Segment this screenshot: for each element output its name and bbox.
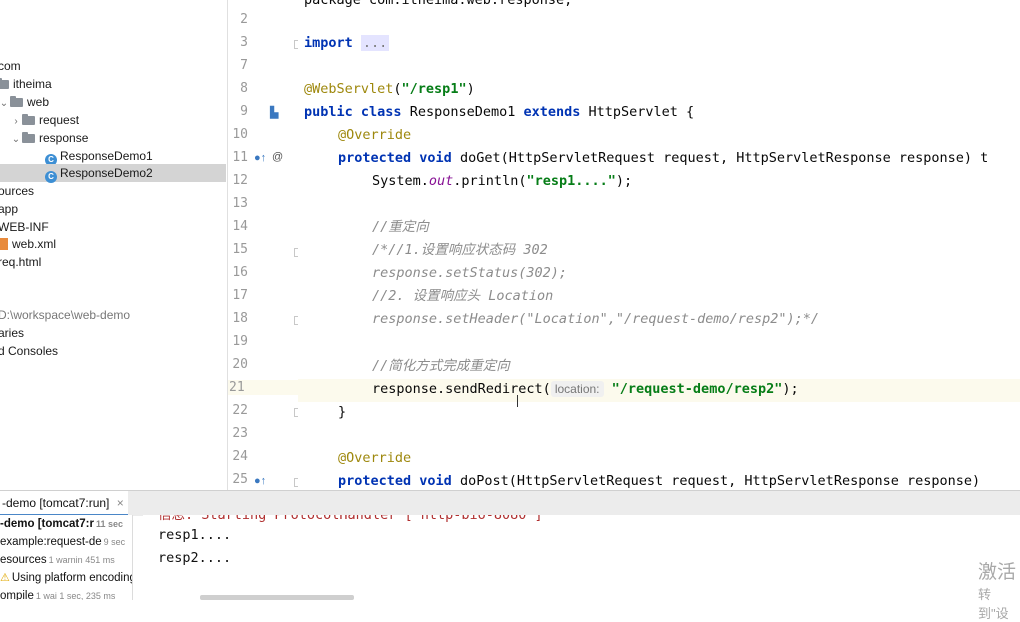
console-line: resp1.... — [158, 527, 232, 543]
folded-imports[interactable]: ... — [360, 35, 390, 51]
run-tree-item[interactable]: ompile 1 wai 1 sec, 235 ms — [0, 587, 132, 600]
code-line-1: package com.itheima.web.response; — [304, 0, 573, 8]
code-line-25: protected void doPost(HttpServletRequest… — [338, 473, 981, 489]
warning-icon: ⚠ — [0, 572, 10, 584]
tree-item-web-xml[interactable]: web.xml — [0, 235, 56, 253]
tree-item-scratches-consoles[interactable]: d Consoles — [0, 342, 58, 360]
tree-item-itheima[interactable]: itheima — [0, 75, 52, 93]
line-number: 21 — [228, 380, 299, 395]
tree-item-resources[interactable]: ources — [0, 182, 34, 200]
line-number: 9 — [240, 104, 248, 119]
code-line-10: @Override — [338, 127, 412, 143]
line-number: 13 — [232, 196, 248, 211]
code-line-21: response.sendRedirect(location: "/reques… — [372, 381, 799, 397]
code-editor[interactable]: package com.itheima.web.response; import… — [298, 0, 1020, 490]
tree-item-responsedemo2[interactable]: C ResponseDemo2 — [0, 164, 226, 183]
annotation-icon[interactable]: @ — [272, 151, 283, 163]
run-tab-tomcat7[interactable]: -demo [tomcat7:run] × — [0, 491, 128, 516]
tree-item-libraries[interactable]: aries — [0, 324, 24, 342]
line-number: 16 — [232, 265, 248, 280]
line-number: 2 — [240, 12, 248, 27]
code-line-8: @WebServlet("/resp1") — [304, 81, 475, 97]
line-number: 22 — [232, 403, 248, 418]
code-line-11: protected void doGet(HttpServletRequest … — [338, 150, 989, 166]
run-tree-item[interactable]: esources 1 warnin 451 ms — [0, 551, 132, 569]
override-method-icon[interactable]: ●↑ — [254, 475, 266, 487]
console-line: 信息: Starting ProtocolHandler ["http-bio-… — [158, 515, 543, 523]
tree-item-com[interactable]: com — [0, 57, 21, 75]
line-number: 18 — [232, 311, 248, 326]
console-line: resp2.... — [158, 550, 232, 566]
override-method-icon[interactable]: ●↑ — [254, 152, 266, 164]
tree-item-req-html[interactable]: req.html — [0, 253, 41, 271]
tree-item-web[interactable]: ⌄ web — [0, 93, 49, 111]
editor-gutter: 1 2 3 7 8 9 10 11 12 13 14 15 16 17 18 1… — [227, 0, 299, 490]
tree-item-webapp[interactable]: app — [0, 200, 18, 218]
activation-watermark: 激活 — [978, 562, 1017, 583]
line-number: 15 — [232, 242, 248, 257]
run-tab-bar: -demo [tomcat7:run] × — [0, 490, 1020, 516]
project-tree: com itheima ⌄ web › request ⌄ response C Res… — [0, 0, 226, 490]
line-number: 14 — [232, 219, 248, 234]
tree-item-web-inf[interactable]: WEB-INF — [0, 218, 49, 236]
java-class-icon: C — [45, 171, 57, 183]
line-number: 11 — [232, 150, 248, 165]
chevron-down-icon[interactable]: ⌄ — [10, 131, 22, 149]
activation-watermark-sub: 转到"设 — [978, 587, 1009, 621]
text-cursor — [517, 395, 518, 407]
code-line-20: //简化方式完成重定向 — [372, 358, 510, 374]
code-line-12: System.out.println("resp1...."); — [372, 173, 633, 189]
close-icon[interactable]: × — [117, 496, 124, 510]
code-line-3: import ... — [304, 35, 390, 51]
line-number: 25 — [232, 472, 248, 487]
line-number: 19 — [232, 334, 248, 349]
chevron-down-icon[interactable]: ⌄ — [0, 95, 10, 113]
tree-item-responsedemo1[interactable]: C ResponseDemo1 — [45, 147, 153, 166]
code-line-22: } — [338, 404, 347, 420]
tree-item-project-path[interactable]: D:\workspace\web-demo — [0, 306, 130, 324]
folder-icon — [22, 132, 35, 143]
line-number: 23 — [232, 426, 248, 441]
servlet-icon[interactable]: ▙ — [270, 106, 278, 119]
line-number: 20 — [232, 357, 248, 372]
line-number: 8 — [240, 81, 248, 96]
line-number: 1 — [228, 0, 248, 4]
code-line-14: //重定向 — [372, 219, 429, 235]
folder-icon — [22, 114, 35, 125]
line-number: 24 — [232, 449, 248, 464]
line-number: 7 — [240, 58, 248, 73]
folder-icon — [0, 78, 9, 89]
run-tree-item[interactable]: ⚠ Using platform encoding — [0, 569, 132, 587]
tree-item-response[interactable]: ⌄ response — [10, 129, 89, 149]
line-number: 17 — [232, 288, 248, 303]
parameter-hint: location: — [550, 381, 604, 397]
code-line-17: //2. 设置响应头 Location — [372, 288, 554, 304]
run-build-tree: -demo [tomcat7:r 11 sec example:request-d… — [0, 515, 133, 600]
horizontal-scrollbar[interactable] — [200, 595, 354, 600]
line-number: 12 — [232, 173, 248, 188]
line-number: 3 — [240, 35, 248, 50]
code-line-9: public class ResponseDemo1 extends HttpS… — [304, 104, 695, 120]
run-tree-item[interactable]: example:request-de 9 sec — [0, 533, 132, 551]
tree-item-request[interactable]: › request — [10, 111, 79, 129]
code-line-16: response.setStatus(302); — [372, 265, 568, 281]
code-line-24: @Override — [338, 450, 412, 466]
code-line-15: /*//1.设置响应状态码 302 — [372, 242, 548, 258]
console-output[interactable]: 信息: Starting ProtocolHandler ["http-bio-… — [143, 515, 1020, 600]
code-line-18: response.setHeader("Location","/request-… — [372, 311, 820, 327]
xml-file-icon — [0, 238, 8, 250]
run-tree-item[interactable]: -demo [tomcat7:r 11 sec — [0, 515, 132, 533]
line-number: 10 — [232, 127, 248, 142]
folder-icon — [10, 96, 23, 107]
